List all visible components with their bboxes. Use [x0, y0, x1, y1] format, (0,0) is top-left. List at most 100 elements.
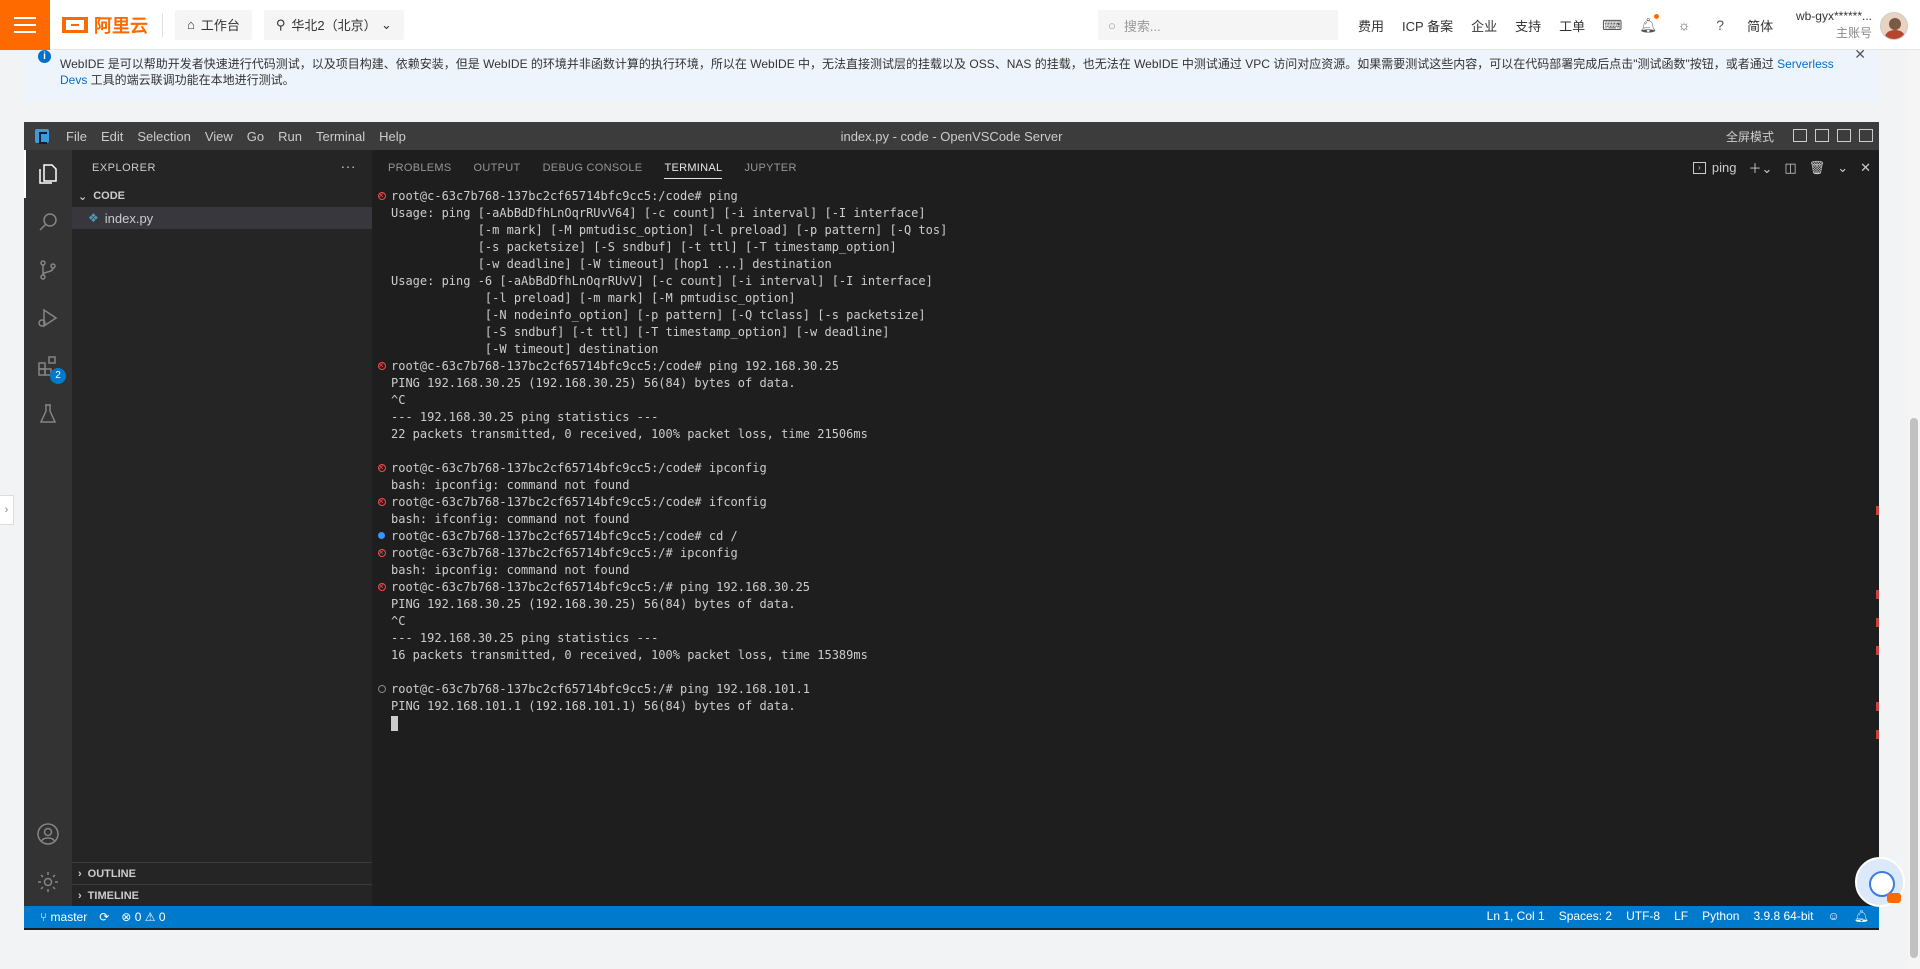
menu-selection[interactable]: Selection — [130, 129, 197, 144]
terminal-line-text: [-N nodeinfo_option] [-p pattern] [-Q tc… — [391, 308, 926, 322]
branch-item[interactable]: ⑂ master — [40, 910, 87, 924]
menu-terminal[interactable]: Terminal — [309, 129, 372, 144]
terminal-icon[interactable]: ⌨ — [1602, 16, 1622, 34]
new-terminal-icon[interactable]: ＋⌄ — [1748, 158, 1772, 177]
terminal-line-text: [-l preload] [-m mark] [-M pmtudisc_opti… — [391, 291, 796, 305]
terminal-line: bash: ipconfig: command not found — [372, 562, 1879, 579]
sync-icon[interactable]: ⟳ — [99, 910, 109, 924]
chevron-down-icon[interactable]: ⌄ — [1837, 160, 1848, 176]
top-link-icp[interactable]: ICP 备案 — [1402, 16, 1453, 35]
account-info[interactable]: wb-gyx******... 主账号 — [1790, 8, 1872, 42]
extensions-icon[interactable]: 2 — [36, 354, 66, 384]
explorer-icon[interactable] — [36, 162, 60, 186]
toggle-panel-icon[interactable] — [1815, 129, 1829, 142]
command-error-icon[interactable] — [378, 358, 386, 375]
split-terminal-icon[interactable]: ◫ — [1784, 160, 1796, 176]
terminal-line: root@c-63c7b768-137bc2cf65714bfc9cc5:/co… — [372, 358, 1879, 375]
expand-side-icon[interactable]: › — [0, 495, 14, 525]
tab-jupyter[interactable]: JUPYTER — [744, 162, 796, 174]
folder-code[interactable]: ⌄ CODE — [72, 185, 372, 207]
notifications-bell-icon[interactable]: 🔔︎ — [1854, 909, 1869, 923]
close-panel-icon[interactable]: ✕ — [1860, 160, 1871, 176]
file-index-py[interactable]: ❖ index.py — [72, 207, 372, 229]
menu-icon[interactable] — [0, 0, 50, 50]
terminal-selector[interactable]: › ping — [1692, 160, 1737, 175]
webide-notice: i WebIDE 是可以帮助开发者快速进行代码测试，以及项目构建、依赖安装，但是… — [24, 46, 1878, 100]
branch-name: master — [50, 910, 88, 924]
scrollbar-thumb[interactable] — [1910, 418, 1918, 958]
terminal-line-text: bash: ifconfig: command not found — [391, 512, 630, 526]
fullscreen-button[interactable]: 全屏模式 — [1726, 128, 1774, 145]
command-error-icon[interactable] — [378, 494, 386, 511]
menu-go[interactable]: Go — [240, 129, 271, 144]
vscode-logo-icon — [35, 129, 49, 144]
tab-output[interactable]: OUTPUT — [474, 162, 521, 174]
menu-file[interactable]: File — [59, 129, 94, 144]
command-error-icon[interactable] — [378, 188, 386, 205]
tab-problems[interactable]: PROBLEMS — [388, 162, 452, 174]
language-mode[interactable]: Python — [1702, 909, 1739, 923]
tab-terminal[interactable]: TERMINAL — [664, 162, 723, 179]
search-input[interactable]: ○ 搜索... — [1098, 10, 1338, 40]
run-debug-icon[interactable] — [36, 306, 60, 330]
terminal-line-text: 22 packets transmitted, 0 received, 100%… — [391, 427, 868, 441]
terminal-line: --- 192.168.30.25 ping statistics --- — [372, 409, 1879, 426]
toggle-sidebar-icon[interactable] — [1793, 129, 1807, 142]
terminal-cursor-line — [372, 715, 1879, 732]
source-control-icon[interactable] — [36, 258, 60, 282]
indentation[interactable]: Spaces: 2 — [1559, 909, 1612, 923]
terminal-line: [-S sndbuf] [-t ttl] [-T timestamp_optio… — [372, 324, 1879, 341]
region-selector[interactable]: ⚲ 华北2（北京） ⌄ — [263, 9, 404, 40]
extensions-badge: 2 — [50, 368, 66, 384]
command-running-icon[interactable] — [378, 685, 386, 693]
timeline-section[interactable]: › TIMELINE — [72, 884, 372, 906]
bell-icon[interactable]: 🔔︎ — [1639, 14, 1660, 34]
menu-help[interactable]: Help — [372, 129, 413, 144]
close-icon[interactable]: ✕ — [1854, 46, 1866, 62]
menu-view[interactable]: View — [198, 129, 240, 144]
lightbulb-icon[interactable]: ☼ — [1675, 16, 1693, 34]
search-icon: ○ — [1108, 17, 1116, 33]
tab-debug-console[interactable]: DEBUG CONSOLE — [543, 162, 643, 174]
outline-section[interactable]: › OUTLINE — [72, 862, 372, 884]
warning-count: 0 — [158, 910, 166, 924]
command-success-icon[interactable] — [378, 532, 385, 539]
command-error-icon[interactable] — [378, 579, 386, 596]
aliyun-logo[interactable]: 阿里云 — [62, 12, 163, 37]
terminal-line-text: bash: ipconfig: command not found — [391, 478, 630, 492]
menu-edit[interactable]: Edit — [94, 129, 130, 144]
encoding[interactable]: UTF-8 — [1626, 909, 1660, 923]
settings-gear-icon[interactable] — [36, 870, 60, 894]
command-error-icon[interactable] — [378, 545, 386, 562]
customize-layout-icon[interactable] — [1859, 129, 1873, 142]
top-link-billing[interactable]: 费用 — [1358, 16, 1384, 35]
account-icon[interactable] — [36, 822, 60, 846]
command-error-icon[interactable] — [378, 460, 386, 477]
help-icon[interactable]: ? — [1711, 16, 1729, 34]
testing-icon[interactable] — [36, 402, 60, 426]
end-of-line[interactable]: LF — [1674, 909, 1688, 923]
top-link-enterprise[interactable]: 企业 — [1471, 16, 1497, 35]
more-actions-icon[interactable]: ··· — [341, 158, 357, 174]
terminal-output[interactable]: root@c-63c7b768-137bc2cf65714bfc9cc5:/co… — [372, 188, 1879, 906]
language-switch[interactable]: 简体 — [1747, 16, 1773, 35]
terminal-line: [-w deadline] [-W timeout] [hop1 ...] de… — [372, 256, 1879, 273]
top-link-support[interactable]: 支持 — [1515, 16, 1541, 35]
cursor-position[interactable]: Ln 1, Col 1 — [1487, 909, 1545, 923]
page-scrollbar[interactable] — [1908, 50, 1920, 969]
timeline-label: TIMELINE — [87, 889, 140, 902]
feedback-icon[interactable]: ☺ — [1828, 909, 1840, 923]
terminal-line-text: Usage: ping [-aAbBdDfhLnOqrRUvV64] [-c c… — [391, 206, 926, 220]
terminal-name: ping — [1711, 160, 1737, 175]
problems-item[interactable]: ⊗ 0 ⚠ 0 — [121, 910, 165, 924]
assistant-robot-icon[interactable] — [1855, 857, 1905, 907]
python-file-icon: ❖ — [88, 211, 99, 225]
workbench-button[interactable]: ⌂ 工作台 — [175, 9, 252, 40]
top-link-tickets[interactable]: 工单 — [1559, 16, 1585, 35]
python-interpreter[interactable]: 3.9.8 64-bit — [1753, 909, 1813, 923]
avatar[interactable] — [1880, 12, 1908, 40]
menu-run[interactable]: Run — [271, 129, 309, 144]
search-icon[interactable] — [36, 210, 60, 234]
trash-icon[interactable]: 🗑︎ — [1809, 160, 1826, 176]
toggle-secondary-sidebar-icon[interactable] — [1837, 129, 1851, 142]
